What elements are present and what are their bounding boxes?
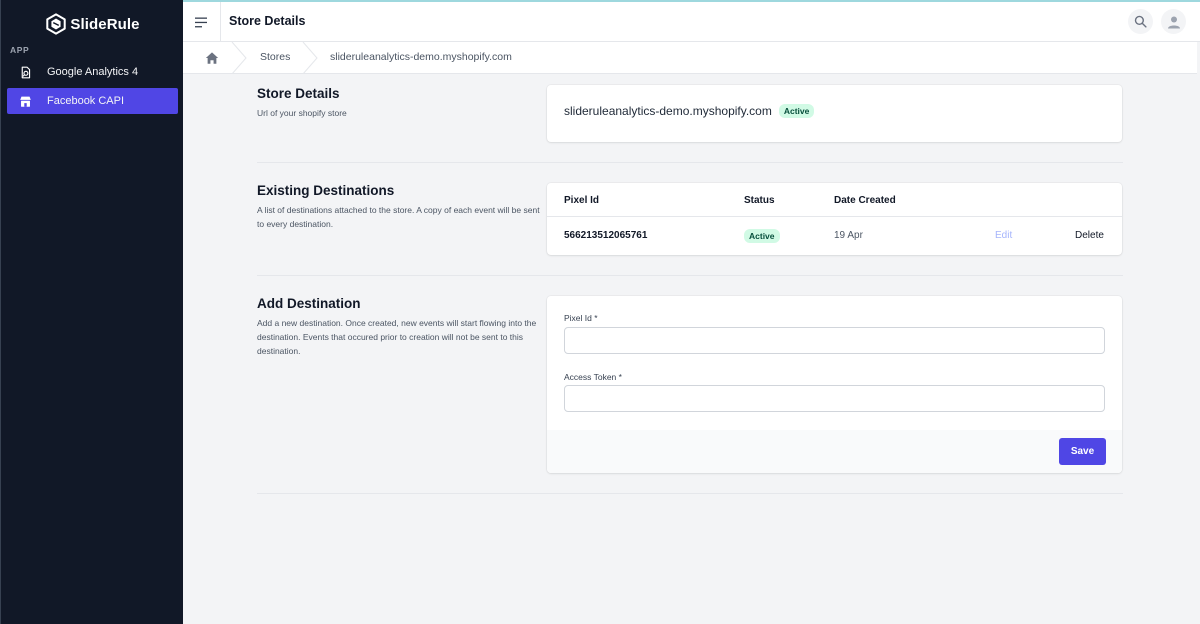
sidebar-item-label: Google Analytics 4 [47, 66, 139, 78]
search-button[interactable] [1128, 9, 1153, 34]
sidebar: SlideRule APP Google Analytics 4 Faceboo… [0, 0, 183, 624]
menu-icon [195, 17, 207, 27]
form-footer: Save [547, 430, 1122, 473]
date-created-cell: 19 Apr [834, 230, 863, 241]
store-url: slideruleanalytics-demo.myshopify.com [564, 104, 772, 118]
user-icon [1167, 16, 1180, 28]
search-icon [1134, 15, 1147, 28]
status-badge: Active [778, 104, 815, 118]
column-header-date-created: Date Created [834, 195, 896, 206]
pixel-id-label: Pixel Id * [564, 313, 598, 323]
home-icon[interactable] [205, 51, 219, 65]
page-title: Store Details [229, 14, 306, 28]
delete-button[interactable]: Delete [1075, 230, 1104, 241]
sliderule-logo-icon [46, 13, 67, 35]
access-token-input[interactable] [564, 385, 1105, 412]
section-divider [257, 275, 1123, 276]
add-destination-form: Pixel Id * Access Token * Save [547, 296, 1122, 473]
pixel-id-cell: 566213512065761 [564, 230, 648, 241]
store-details-card: slideruleanalytics-demo.myshopify.com Ac… [547, 85, 1122, 142]
breadcrumb-separator-icon [302, 42, 318, 74]
top-bar: Store Details [183, 0, 1200, 42]
sidebar-item-facebook-capi[interactable]: Facebook CAPI [7, 88, 178, 114]
add-destination-description: Add a new destination. Once created, new… [257, 318, 537, 356]
menu-toggle-button[interactable] [183, 2, 221, 42]
table-row: 566213512065761 Active 19 Apr Edit Delet… [547, 217, 1122, 255]
section-divider [257, 493, 1123, 494]
sidebar-section-label: APP [10, 45, 30, 55]
access-token-label-text: Access Token [564, 372, 617, 382]
pixel-id-input[interactable] [564, 327, 1105, 354]
sidebar-item-google-analytics[interactable]: Google Analytics 4 [7, 59, 178, 85]
destinations-table: Pixel Id Status Date Created 56621351206… [547, 183, 1122, 255]
section-divider [257, 162, 1123, 163]
breadcrumb-separator-icon [231, 42, 247, 74]
existing-destinations-description: A list of destinations attached to the s… [257, 205, 540, 229]
edit-button[interactable]: Edit [995, 230, 1012, 241]
required-mark: * [594, 313, 598, 323]
required-mark: * [618, 372, 622, 382]
brand-name: SlideRule [70, 15, 140, 33]
status-badge: Active [744, 229, 780, 243]
pixel-id-label-text: Pixel Id [564, 313, 592, 323]
access-token-label: Access Token * [564, 372, 622, 382]
existing-destinations-title: Existing Destinations [257, 183, 395, 198]
breadcrumb: Stores slideruleanalytics-demo.myshopify… [183, 42, 1197, 74]
brand-logo[interactable]: SlideRule [1, 11, 184, 37]
user-menu-button[interactable] [1161, 9, 1186, 34]
analytics-icon [21, 66, 31, 78]
breadcrumb-item-stores[interactable]: Stores [260, 51, 290, 63]
column-header-status: Status [744, 195, 775, 206]
save-button[interactable]: Save [1059, 438, 1106, 465]
store-icon [20, 96, 31, 107]
breadcrumb-item-store-url[interactable]: slideruleanalytics-demo.myshopify.com [330, 51, 512, 63]
column-header-pixel-id: Pixel Id [564, 195, 600, 206]
store-details-title: Store Details [257, 86, 340, 101]
store-details-description: Url of your shopify store [257, 108, 347, 118]
sidebar-item-label: Facebook CAPI [47, 95, 125, 107]
table-header: Pixel Id Status Date Created [547, 183, 1122, 217]
add-destination-title: Add Destination [257, 296, 361, 311]
